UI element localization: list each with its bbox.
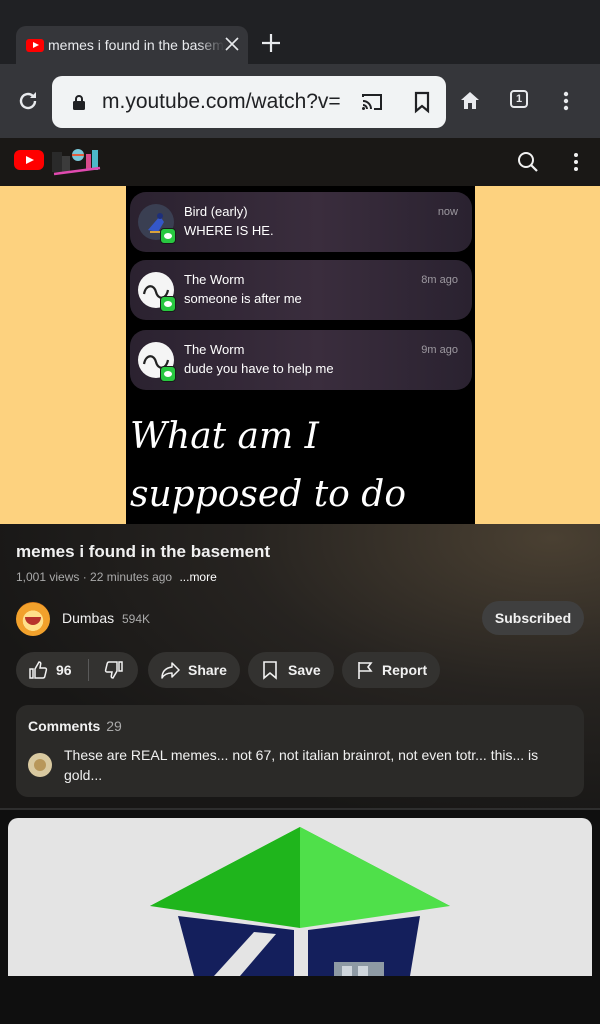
tab-title: memes i found in the basement [48, 37, 224, 53]
video-meta[interactable]: 1,001 views · 22 minutes ago ...more [16, 570, 217, 584]
more-vert-icon [563, 91, 569, 111]
flag-icon [358, 662, 373, 679]
youtube-header [0, 138, 600, 186]
like-dislike-group: 96 [16, 652, 138, 688]
lock-icon [73, 95, 85, 110]
video-title: memes i found in the basement [16, 542, 271, 561]
house-logo-icon [150, 827, 450, 976]
subscribed-button[interactable]: Subscribed [482, 601, 584, 635]
address-bar[interactable]: m.youtube.com/watch?v= [52, 76, 446, 128]
notification-sender: The Worm [184, 342, 245, 357]
share-icon [161, 662, 180, 679]
share-label: Share [188, 662, 227, 678]
notification-message: WHERE IS HE. [184, 223, 274, 238]
channel-name[interactable]: Dumbas [62, 610, 114, 626]
comments-header: Comments 29 [28, 718, 122, 734]
like-count: 96 [56, 662, 72, 678]
home-icon [461, 92, 479, 109]
youtube-favicon-icon [26, 38, 44, 52]
more-link[interactable]: ...more [179, 570, 216, 584]
messages-badge-icon [160, 228, 176, 244]
bottom-area [0, 976, 600, 1024]
messages-badge-icon [160, 296, 176, 312]
notification-time: 8m ago [421, 274, 458, 286]
notification-time: now [437, 206, 458, 218]
notification-message: someone is after me [184, 291, 302, 306]
new-tab-icon[interactable] [260, 32, 282, 54]
tab-switcher-button[interactable]: 1 [510, 90, 528, 108]
video-details: memes i found in the basement 1,001 view… [0, 524, 600, 810]
reload-icon [19, 92, 37, 110]
notification-1: Bird (early) WHERE IS HE. now [130, 192, 472, 252]
browser-tab-strip: memes i found in the basement [0, 0, 600, 64]
report-label: Report [382, 662, 428, 678]
share-button[interactable]: Share [148, 652, 240, 688]
views-and-date: 1,001 views · 22 minutes ago [16, 570, 173, 584]
notification-sender: Bird (early) [184, 204, 248, 219]
home-button[interactable] [452, 83, 488, 119]
cast-icon[interactable] [360, 90, 384, 114]
browser-tab[interactable]: memes i found in the basement [16, 26, 248, 64]
more-options-icon[interactable] [566, 150, 586, 174]
notification-2: The Worm someone is after me 8m ago [130, 260, 472, 320]
search-icon[interactable] [516, 150, 540, 174]
next-video-thumbnail[interactable] [8, 818, 592, 976]
top-comment-text: These are REAL memes... not 67, not ital… [64, 747, 539, 783]
video-player[interactable]: Bird (early) WHERE IS HE. now The Worm s… [0, 186, 600, 524]
save-bookmark-icon [263, 661, 277, 680]
thumbs-up-icon [29, 661, 48, 679]
dislike-button[interactable] [89, 652, 138, 688]
meme-caption: What am I supposed to do here. [130, 416, 406, 515]
section-divider [0, 808, 600, 810]
bookmark-icon[interactable] [412, 90, 432, 114]
youtube-logo-icon[interactable] [14, 150, 44, 170]
notification-3: The Worm dude you have to help me 9m ago [130, 330, 472, 390]
video-frame[interactable]: Bird (early) WHERE IS HE. now The Worm s… [126, 186, 475, 524]
notification-sender: The Worm [184, 272, 245, 287]
channel-logo-doodle-icon [52, 149, 101, 176]
comments-panel[interactable]: Comments 29 These are REAL memes... not … [16, 705, 584, 797]
url-text: m.youtube.com/watch?v= [102, 90, 341, 113]
messages-badge-icon [160, 366, 176, 382]
comments-count: 29 [106, 718, 122, 734]
commenter-avatar [28, 753, 52, 777]
close-tab-icon[interactable] [224, 36, 240, 52]
channel-avatar[interactable] [16, 602, 50, 636]
notification-message: dude you have to help me [184, 361, 334, 376]
notification-time: 9m ago [421, 344, 458, 356]
like-button[interactable]: 96 [16, 652, 88, 688]
reload-button[interactable] [10, 83, 46, 119]
browser-menu-button[interactable] [548, 83, 584, 119]
report-button[interactable]: Report [342, 652, 440, 688]
comments-label: Comments [28, 718, 101, 734]
save-label: Save [288, 662, 321, 678]
subscriber-count: 594K [122, 612, 151, 626]
thumbs-down-icon [104, 661, 123, 679]
save-button[interactable]: Save [248, 652, 334, 688]
